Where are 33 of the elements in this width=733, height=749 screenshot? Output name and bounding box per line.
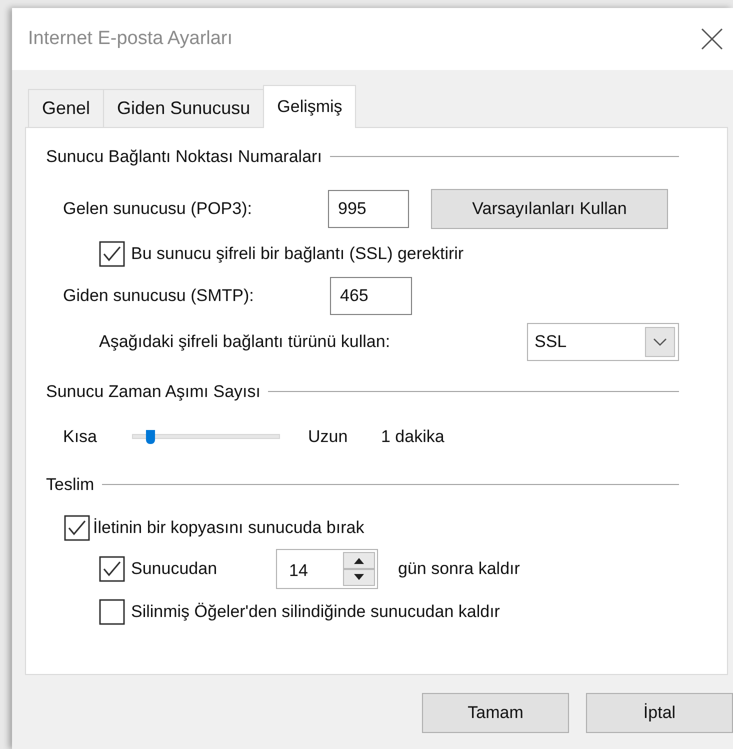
tab[interactable]: Genel bbox=[28, 89, 104, 127]
section-heading: Teslim bbox=[46, 474, 94, 496]
checkbox[interactable] bbox=[99, 556, 125, 582]
chevron-down-icon bbox=[645, 326, 675, 356]
defaults-button[interactable]: Varsayılanları Kullan bbox=[431, 188, 668, 228]
days-spinner[interactable]: 14 bbox=[276, 549, 378, 589]
field-label: Aşağıdaki şifreli bağlantı türünü kullan: bbox=[99, 330, 392, 353]
window-title: Internet E-posta Ayarları bbox=[28, 26, 233, 51]
close-icon[interactable] bbox=[701, 28, 723, 50]
checkbox-label: İletinin bir kopyasını sunucuda bırak bbox=[93, 517, 364, 540]
timeout-value: 1 dakika bbox=[381, 426, 444, 448]
checkbox[interactable] bbox=[99, 599, 125, 625]
checkbox-label: Silinmiş Öğeler'den silindiğinde sunucudan kaldır bbox=[131, 601, 500, 624]
dialog-button[interactable]: Tamam bbox=[422, 693, 569, 733]
field-label: Gelen sunucusu (POP3): bbox=[63, 198, 253, 220]
slider-label: Uzun bbox=[308, 426, 349, 448]
checkbox-label-suffix: gün sonra kaldır bbox=[398, 558, 520, 580]
tab[interactable]: Gelişmiş bbox=[263, 85, 356, 128]
checkbox-label: Bu sunucu şifreli bir bağlantı (SSL) gerektirir bbox=[131, 242, 464, 265]
section-heading: Sunucu Bağlantı Noktası Numaraları bbox=[46, 146, 322, 168]
checkbox[interactable] bbox=[99, 240, 125, 266]
checkbox[interactable] bbox=[64, 515, 90, 541]
section-heading: Sunucu Zaman Aşımı Sayısı bbox=[46, 380, 260, 403]
slider-thumb[interactable] bbox=[146, 430, 155, 444]
input-field[interactable]: 995 bbox=[328, 190, 409, 228]
field-label: Giden sunucusu (SMTP): bbox=[63, 284, 255, 307]
slider-label: Kısa bbox=[63, 426, 98, 448]
checkbox-label: Sunucudan bbox=[131, 558, 218, 580]
spinner-arrows-icon[interactable] bbox=[343, 552, 375, 586]
encryption-dropdown[interactable]: SSL bbox=[526, 322, 679, 360]
input-field[interactable]: 465 bbox=[330, 276, 412, 314]
dialog-button[interactable]: İptal bbox=[586, 693, 733, 733]
tab[interactable]: Giden Sunucusu bbox=[103, 89, 264, 127]
